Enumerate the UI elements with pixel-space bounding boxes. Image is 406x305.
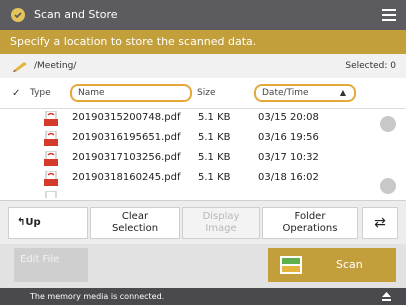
action-bar: Edit File Scan — [0, 244, 406, 288]
file-size: 5.1 KB — [198, 132, 231, 143]
column-size[interactable]: Size — [197, 88, 215, 98]
sort-ascending-icon: ▲ — [339, 88, 346, 97]
scroll-up-icon[interactable] — [380, 116, 396, 132]
file-name: 20190317103256.pdf — [72, 152, 181, 163]
pencil-icon — [13, 62, 27, 72]
file-name: 20190315200748.pdf — [72, 112, 181, 123]
folder-operations-button[interactable]: Folder Operations — [262, 207, 358, 239]
file-list: 20190315200748.pdf 5.1 KB 03/15 20:08 20… — [0, 108, 406, 198]
file-name: 20190316195651.pdf — [72, 132, 181, 143]
scan-store-icon — [11, 8, 25, 22]
display-image-button[interactable]: Display Image — [182, 207, 260, 239]
file-row-partial[interactable] — [0, 188, 390, 198]
status-message: The memory media is connected. — [30, 292, 165, 301]
column-date-label: Date/Time — [262, 88, 309, 98]
refresh-icon: ⇄ — [374, 215, 386, 231]
file-size: 5.1 KB — [198, 172, 231, 183]
instruction-text: Specify a location to store the scanned … — [0, 30, 406, 54]
scan-label: Scan — [336, 258, 363, 271]
eject-icon[interactable] — [381, 291, 392, 302]
current-path: /Meeting/ — [34, 61, 77, 71]
file-size: 5.1 KB — [198, 112, 231, 123]
status-bar: The memory media is connected. — [0, 288, 406, 305]
file-date: 03/17 10:32 — [258, 152, 319, 163]
up-button[interactable]: ↰Up — [8, 207, 88, 239]
file-name: 20190318160245.pdf — [72, 172, 181, 183]
selected-count: Selected: 0 — [345, 61, 396, 71]
file-row[interactable]: 20190317103256.pdf 5.1 KB 03/17 10:32 — [0, 148, 390, 168]
toolbar: ↰Up Clear Selection Display Image Folder… — [0, 200, 406, 245]
select-all-checkmark[interactable]: ✓ — [12, 88, 20, 99]
file-size: 5.1 KB — [198, 152, 231, 163]
column-name-label: Name — [78, 88, 105, 98]
column-type[interactable]: Type — [30, 88, 51, 98]
title-bar: Scan and Store — [0, 0, 406, 30]
location-bar: /Meeting/ Selected: 0 — [0, 54, 406, 78]
edit-file-button[interactable]: Edit File — [14, 248, 88, 282]
file-row[interactable]: 20190315200748.pdf 5.1 KB 03/15 20:08 — [0, 108, 390, 128]
file-date: 03/15 20:08 — [258, 112, 319, 123]
column-date-sort-button[interactable]: Date/Time ▲ — [254, 84, 356, 102]
table-header: ✓ Type Name Size Date/Time ▲ — [0, 78, 406, 109]
file-row[interactable]: 20190318160245.pdf 5.1 KB 03/18 16:02 — [0, 168, 390, 188]
scan-button[interactable]: Scan — [268, 248, 396, 282]
scroll-down-icon[interactable] — [380, 178, 396, 194]
pdf-file-icon — [44, 151, 58, 166]
clear-selection-button[interactable]: Clear Selection — [90, 207, 180, 239]
file-date: 03/16 19:56 — [258, 132, 319, 143]
file-row[interactable]: 20190316195651.pdf 5.1 KB 03/16 19:56 — [0, 128, 390, 148]
scan-icon — [280, 256, 302, 274]
pdf-file-icon — [44, 111, 58, 126]
file-date: 03/18 16:02 — [258, 172, 319, 183]
pdf-file-icon — [44, 171, 58, 186]
menu-icon[interactable] — [382, 9, 396, 21]
column-name-sort-button[interactable]: Name — [70, 84, 192, 102]
pdf-file-icon — [45, 191, 57, 198]
pdf-file-icon — [44, 131, 58, 146]
refresh-button[interactable]: ⇄ — [362, 207, 398, 239]
window-title: Scan and Store — [34, 8, 118, 21]
